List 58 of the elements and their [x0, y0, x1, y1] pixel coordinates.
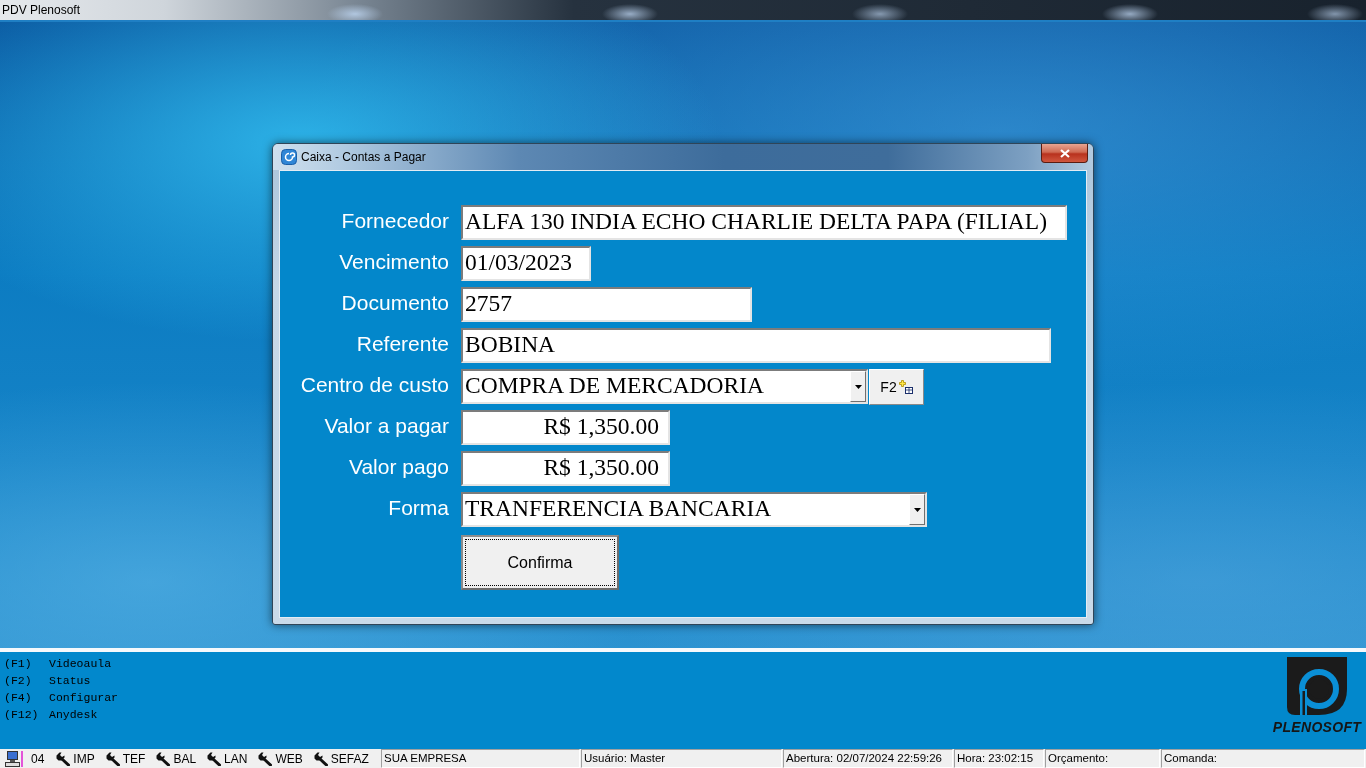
text-field[interactable]: 01/03/2023 — [461, 246, 591, 281]
close-icon — [1059, 148, 1070, 158]
shortcut-label: Anydesk — [49, 707, 99, 723]
text-field[interactable]: BOBINA — [461, 328, 1051, 363]
amount-field[interactable]: R$ 1,350.00 — [461, 410, 670, 445]
shortcut-label: Configurar — [49, 690, 118, 706]
computer-icon — [5, 750, 23, 767]
service-label: SEFAZ — [330, 751, 369, 766]
close-button[interactable] — [1041, 144, 1088, 163]
status-panel: Hora: 23:02:15 — [954, 749, 1044, 768]
shortcut-key: (F12) — [4, 706, 49, 723]
status-panel: SUA EMPRESA — [381, 749, 580, 768]
dropdown-button[interactable] — [909, 494, 925, 525]
shortcut-label: Status — [49, 673, 92, 689]
terminal-number: 04 — [31, 751, 45, 766]
status-panel: Orçamento: — [1045, 749, 1160, 768]
caret-icon — [913, 507, 921, 512]
shortcut-label: Videoaula — [49, 656, 113, 672]
text-field[interactable]: ALFA 130 INDIA ECHO CHARLIE DELTA PAPA (FILIAL) — [461, 205, 1067, 240]
wrench-icon — [156, 751, 171, 766]
text-field[interactable]: 2757 — [461, 287, 752, 322]
plus-table-icon — [898, 380, 913, 394]
shortcut-key: (F2) — [4, 672, 49, 689]
shortcut-key: (F1) — [4, 655, 49, 672]
field-label: Centro de custo — [299, 373, 449, 397]
confirm-button[interactable]: Confirma — [461, 535, 619, 590]
service-label: WEB — [275, 751, 303, 766]
swirl-icon — [281, 149, 297, 165]
service-label: LAN — [224, 751, 248, 766]
field-label: Forma — [387, 496, 449, 520]
dialog-title: Caixa - Contas a Pagar — [301, 150, 426, 164]
wrench-icon — [105, 751, 120, 766]
amount-field[interactable]: R$ 1,350.00 — [461, 451, 670, 486]
shortcut-key: (F4) — [4, 689, 49, 706]
field-label: Valor pago — [347, 455, 449, 479]
service-label: IMP — [73, 751, 95, 766]
add-button[interactable]: F2 — [869, 369, 924, 405]
field-label: Referente — [355, 332, 449, 356]
window-title: PDV Plenosoft — [1, 3, 81, 17]
status-panel: Comanda: — [1161, 749, 1365, 768]
field-label: Vencimento — [338, 250, 449, 274]
logo-text: PLENOSOFT — [1272, 719, 1362, 735]
dropdown-field[interactable]: TRANFERENCIA BANCARIA — [461, 492, 927, 527]
caret-icon — [854, 384, 862, 389]
shield-logo-icon — [1287, 657, 1347, 717]
service-label: TEF — [122, 751, 146, 766]
service-label: BAL — [173, 751, 197, 766]
dropdown-button[interactable] — [850, 371, 866, 402]
wrench-icon — [258, 751, 273, 766]
field-label: Valor a pagar — [323, 414, 449, 438]
field-label: Documento — [340, 291, 449, 315]
status-panel: Usuário: Master — [581, 749, 782, 768]
wrench-icon — [207, 751, 222, 766]
wrench-icon — [313, 751, 328, 766]
dropdown-field[interactable]: COMPRA DE MERCADORIA — [461, 369, 868, 404]
field-label: Fornecedor — [340, 209, 449, 233]
status-panel: Abertura: 02/07/2024 22:59:26 — [783, 749, 953, 768]
wrench-icon — [56, 751, 71, 766]
